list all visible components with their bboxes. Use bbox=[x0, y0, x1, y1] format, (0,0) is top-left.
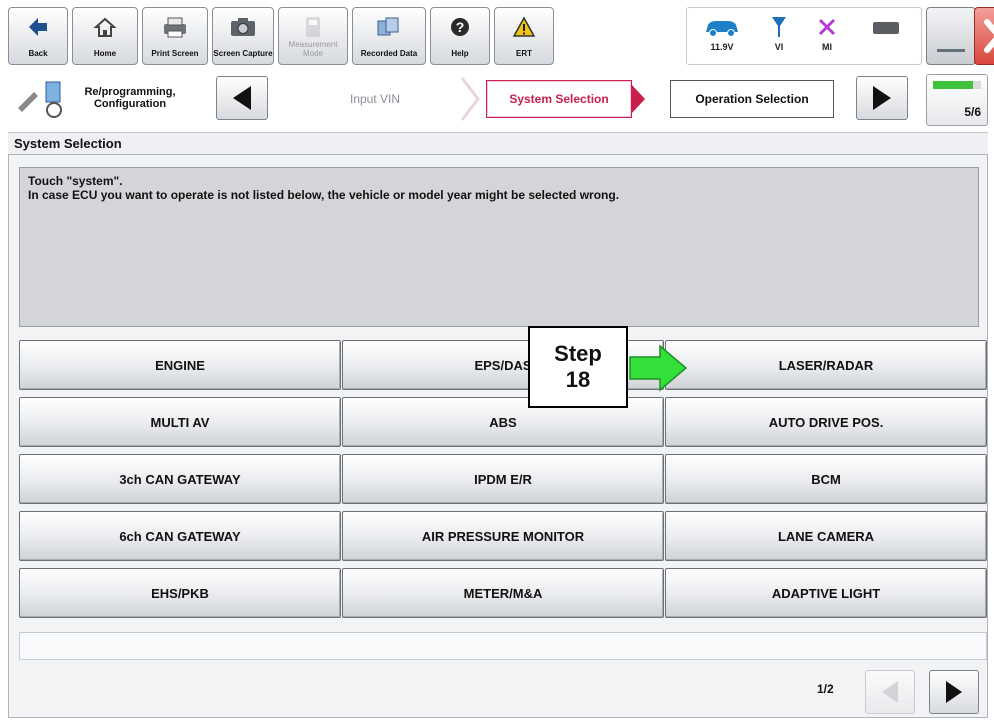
step-operation-selection: Operation Selection bbox=[670, 80, 834, 118]
instruction-line-2: In case ECU you want to operate is not l… bbox=[28, 188, 620, 202]
system-button-3ch-can-gateway[interactable]: 3ch CAN GATEWAY bbox=[19, 454, 341, 504]
vi-connection-icon bbox=[759, 12, 799, 42]
system-button-6ch-can-gateway[interactable]: 6ch CAN GATEWAY bbox=[19, 511, 341, 561]
instruction-box: Touch "system". In case ECU you want to … bbox=[19, 167, 979, 327]
progress-fill bbox=[933, 81, 973, 89]
system-button-engine[interactable]: ENGINE bbox=[19, 340, 341, 390]
mi-status: MI bbox=[807, 12, 847, 62]
progress-track bbox=[933, 81, 981, 89]
system-button-lane-camera[interactable]: LANE CAMERA bbox=[665, 511, 987, 561]
print-screen-label: Print Screen bbox=[151, 49, 199, 58]
system-button-air-pressure-monitor[interactable]: AIR PRESSURE MONITOR bbox=[342, 511, 664, 561]
meter-icon bbox=[279, 14, 347, 40]
camera-icon bbox=[213, 14, 273, 40]
system-button-adaptive-light[interactable]: ADAPTIVE LIGHT bbox=[665, 568, 987, 618]
help-button[interactable]: ? Help bbox=[430, 7, 490, 65]
pager: 1/2 bbox=[9, 668, 987, 716]
vehicle-status-strip: 11.9V VI MI bbox=[686, 7, 922, 65]
mode-indicator: Re/programming, Configuration bbox=[8, 74, 198, 124]
triangle-right-icon bbox=[946, 681, 962, 703]
step-progress: 5/6 bbox=[926, 74, 988, 126]
step-input-vin: Input VIN bbox=[349, 92, 401, 106]
system-button-ipdm-e-r[interactable]: IPDM E/R bbox=[342, 454, 664, 504]
system-button-bcm[interactable]: BCM bbox=[665, 454, 987, 504]
green-arrow-icon bbox=[629, 344, 688, 392]
minimize-icon bbox=[937, 49, 965, 52]
car-icon bbox=[691, 12, 753, 42]
instruction-line-1: Touch "system". bbox=[28, 174, 123, 188]
nav-next-button[interactable] bbox=[856, 76, 908, 120]
empty-list-row bbox=[19, 632, 987, 660]
toolbar: Back Home Print Screen Screen Capture Me… bbox=[8, 7, 994, 67]
reprogramming-icon bbox=[18, 81, 62, 118]
page-title: System Selection bbox=[8, 132, 988, 154]
system-button-multi-av[interactable]: MULTI AV bbox=[19, 397, 341, 447]
print-screen-button[interactable]: Print Screen bbox=[142, 7, 208, 65]
step-annotation-line-2: 18 bbox=[565, 367, 591, 392]
screen-capture-button[interactable]: Screen Capture bbox=[212, 7, 274, 65]
back-label: Back bbox=[28, 49, 48, 58]
back-button[interactable]: Back bbox=[8, 7, 68, 65]
device-battery-icon bbox=[873, 22, 899, 34]
home-label: Home bbox=[93, 49, 117, 58]
triangle-left-icon bbox=[233, 86, 251, 110]
step-annotation-box: Step 18 bbox=[528, 326, 628, 408]
previous-page-button[interactable] bbox=[865, 670, 915, 714]
recorded-data-button[interactable]: Recorded Data bbox=[352, 7, 426, 65]
page-indicator: 1/2 bbox=[817, 682, 834, 696]
ert-button[interactable]: ERT bbox=[494, 7, 554, 65]
svg-text:?: ? bbox=[456, 19, 465, 35]
mi-label: MI bbox=[822, 42, 832, 52]
next-page-button[interactable] bbox=[929, 670, 979, 714]
recorded-data-label: Recorded Data bbox=[360, 49, 418, 58]
nav-back-button[interactable] bbox=[216, 76, 268, 120]
progress-text: 5/6 bbox=[964, 105, 981, 119]
battery-voltage-status: 11.9V bbox=[691, 12, 753, 62]
navigation-row: Re/programming, Configuration Input VIN … bbox=[8, 70, 988, 128]
close-button[interactable] bbox=[974, 7, 994, 65]
measurement-mode-button[interactable]: Measurement Mode bbox=[278, 7, 348, 65]
home-icon bbox=[73, 14, 137, 40]
system-button-ehs-pkb[interactable]: EHS/PKB bbox=[19, 568, 341, 618]
close-icon bbox=[984, 19, 994, 53]
system-button-laser-radar[interactable]: LASER/RADAR bbox=[665, 340, 987, 390]
vi-status: VI bbox=[759, 12, 799, 62]
measurement-mode-label: Measurement Mode bbox=[288, 40, 338, 58]
help-label: Help bbox=[451, 49, 469, 58]
system-button-meter-m-a[interactable]: METER/M&A bbox=[342, 568, 664, 618]
recorded-data-icon bbox=[353, 14, 425, 40]
screen-capture-label: Screen Capture bbox=[213, 49, 273, 58]
step-annotation-line-1: Step bbox=[554, 341, 602, 366]
printer-icon bbox=[143, 14, 207, 40]
home-button[interactable]: Home bbox=[72, 7, 138, 65]
triangle-left-icon bbox=[882, 681, 898, 703]
vi-label: VI bbox=[774, 42, 784, 52]
mode-label: Re/programming, Configuration bbox=[84, 86, 176, 110]
help-icon: ? bbox=[431, 14, 489, 40]
warning-icon bbox=[495, 14, 553, 40]
active-step-pointer-icon bbox=[631, 84, 645, 114]
ert-label: ERT bbox=[516, 49, 532, 58]
mi-disconnected-icon bbox=[807, 12, 847, 42]
battery-voltage-value: 11.9V bbox=[710, 42, 734, 52]
step-system-selection: System Selection bbox=[486, 80, 632, 118]
main-panel: Touch "system". In case ECU you want to … bbox=[8, 154, 988, 718]
minimize-button[interactable] bbox=[926, 7, 976, 65]
step-separator-icon bbox=[460, 77, 480, 121]
triangle-right-icon bbox=[873, 86, 891, 110]
system-button-auto-drive-pos[interactable]: AUTO DRIVE POS. bbox=[665, 397, 987, 447]
back-arrow-icon bbox=[9, 14, 67, 40]
